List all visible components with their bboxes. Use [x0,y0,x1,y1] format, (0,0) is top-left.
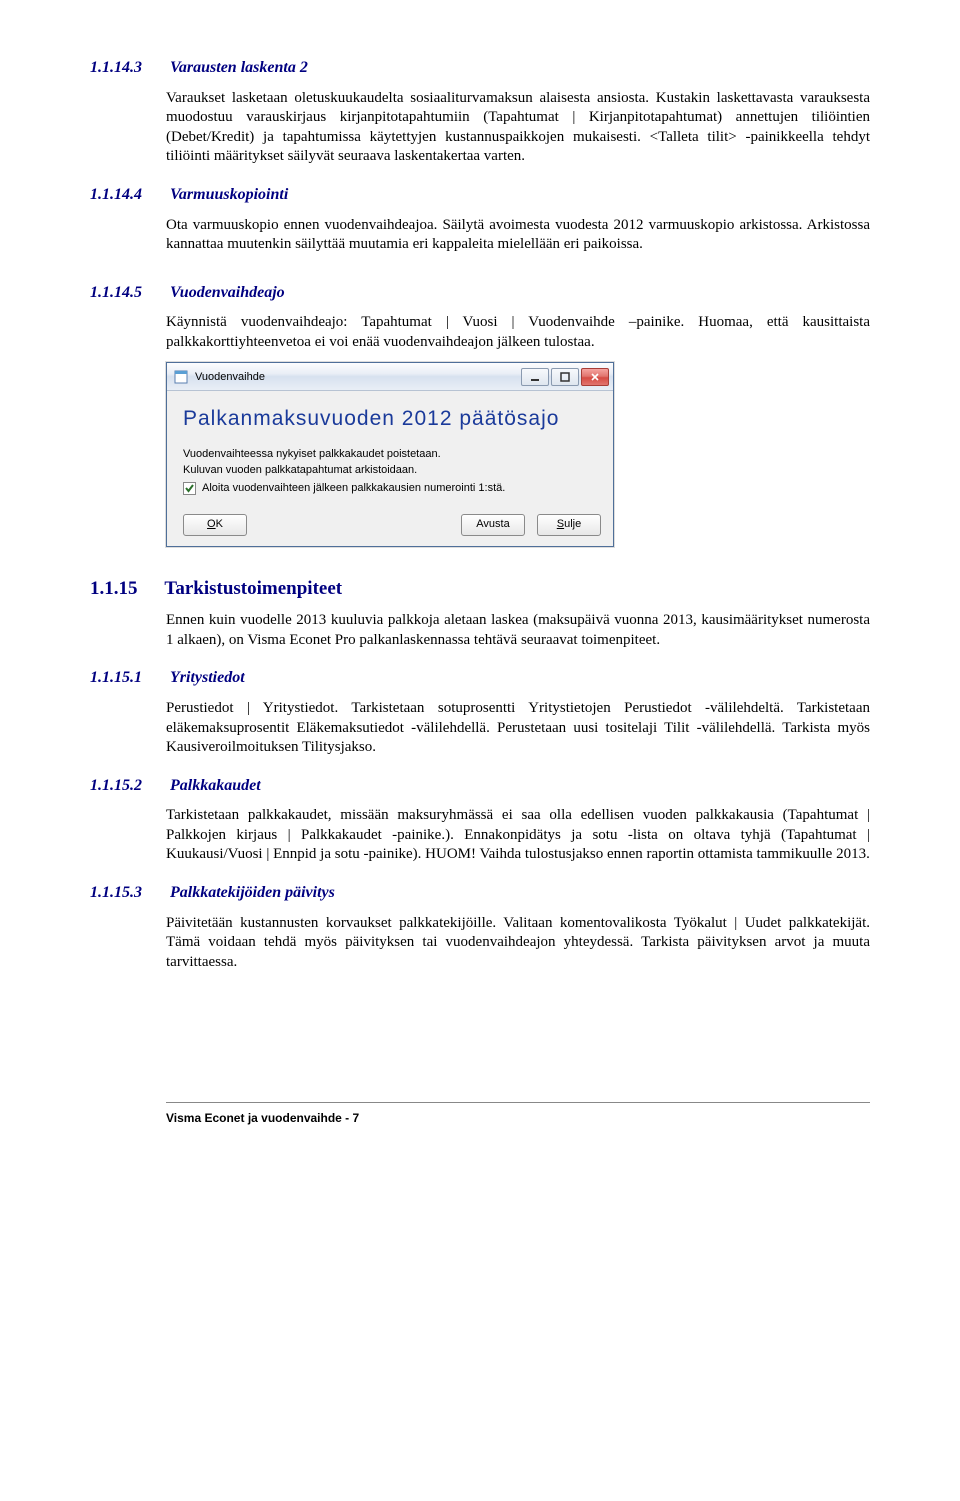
dialog-button-row: OK Avusta Sulje [167,506,613,546]
body-s4: Ennen kuin vuodelle 2013 kuuluvia palkko… [166,611,870,650]
close-button[interactable] [581,368,609,386]
dialog-text-2: Kuluvan vuoden palkkatapahtumat arkistoi… [183,463,597,477]
section-number: 1.1.14.3 [90,58,166,79]
dialog-screenshot: Vuodenvaihde Palkanmaksuvuoden 2012 päät… [166,362,870,546]
section-title: Palkkatekijöiden päivitys [170,884,335,901]
section-number: 1.1.15.1 [90,668,166,689]
section-number: 1.1.14.4 [90,185,166,206]
section-number: 1.1.14.5 [90,283,166,304]
body-s3: Käynnistä vuodenvaihdeajo: Tapahtumat | … [166,313,870,352]
section-title: Varmuuskopiointi [170,186,288,203]
section-title: Tarkistustoimenpiteet [164,578,342,599]
dialog-body: Palkanmaksuvuoden 2012 päätösajo Vuodenv… [167,391,613,505]
paragraph: Tarkistetaan palkkakaudet, missään maksu… [166,806,870,865]
section-number: 1.1.15.2 [90,776,166,797]
paragraph: Käynnistä vuodenvaihdeajo: Tapahtumat | … [166,313,870,352]
section-title: Vuodenvaihdeajo [170,284,285,301]
body-s1: Varaukset lasketaan oletuskuukaudelta so… [166,89,870,167]
paragraph: Perustiedot | Yritystiedot. Tarkistetaan… [166,699,870,758]
dialog-title: Vuodenvaihde [195,370,519,384]
checkbox-row: Aloita vuodenvaihteen jälkeen palkkakaus… [183,481,597,495]
footer-text: Visma Econet ja vuodenvaihde - 7 [166,1111,359,1125]
minimize-button[interactable] [521,368,549,386]
window-buttons [519,368,609,386]
page-footer: Visma Econet ja vuodenvaihde - 7 [166,1102,870,1129]
avusta-button[interactable]: Avusta [461,514,525,536]
dialog-titlebar: Vuodenvaihde [167,363,613,391]
maximize-button[interactable] [551,368,579,386]
heading-yritystiedot: 1.1.15.1 Yritystiedot [90,668,870,689]
dialog-heading: Palkanmaksuvuoden 2012 päätösajo [183,405,597,432]
dialog-text-1: Vuodenvaihteessa nykyiset palkkakaudet p… [183,447,597,461]
app-icon [173,369,189,385]
paragraph: Päivitetään kustannusten korvaukset palk… [166,914,870,973]
heading-tarkistustoimenpiteet: 1.1.15 Tarkistustoimenpiteet [90,577,870,602]
heading-vuodenvaihdeajo: 1.1.14.5 Vuodenvaihdeajo [90,283,870,304]
checkbox-label: Aloita vuodenvaihteen jälkeen palkkakaus… [202,481,505,495]
heading-palkkakaudet: 1.1.15.2 Palkkakaudet [90,776,870,797]
heading-palkkatekijoiden-paivitys: 1.1.15.3 Palkkatekijöiden päivitys [90,883,870,904]
body-s5: Perustiedot | Yritystiedot. Tarkistetaan… [166,699,870,758]
sulje-button[interactable]: Sulje [537,514,601,536]
heading-varausten-laskenta-2: 1.1.14.3 Varausten laskenta 2 [90,58,870,79]
paragraph: Ennen kuin vuodelle 2013 kuuluvia palkko… [166,611,870,650]
paragraph: Varaukset lasketaan oletuskuukaudelta so… [166,89,870,167]
body-s6: Tarkistetaan palkkakaudet, missään maksu… [166,806,870,865]
body-s7: Päivitetään kustannusten korvaukset palk… [166,914,870,973]
section-title: Yritystiedot [170,669,245,686]
section-title: Varausten laskenta 2 [170,59,308,76]
body-s2: Ota varmuuskopio ennen vuodenvaihdeajoa.… [166,216,870,255]
section-number: 1.1.15 [90,577,160,602]
ok-button[interactable]: OK [183,514,247,536]
numbering-checkbox[interactable] [183,482,196,495]
section-title: Palkkakaudet [170,777,261,794]
section-number: 1.1.15.3 [90,883,166,904]
paragraph: Ota varmuuskopio ennen vuodenvaihdeajoa.… [166,216,870,255]
vuodenvaihde-dialog: Vuodenvaihde Palkanmaksuvuoden 2012 päät… [166,362,614,546]
heading-varmuuskopiointi: 1.1.14.4 Varmuuskopiointi [90,185,870,206]
